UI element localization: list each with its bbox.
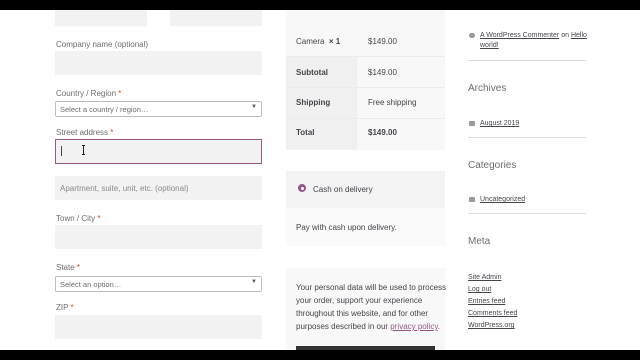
item-quantity: × 1 — [328, 37, 341, 46]
comment-post-link[interactable]: Hello — [571, 32, 587, 39]
shipping-value: Free shipping — [368, 98, 417, 107]
divider — [286, 118, 445, 119]
meta-link-comments-feed[interactable]: Comments feed — [468, 310, 517, 317]
recent-comment: A WordPress Commenter on Hello — [480, 32, 587, 39]
privacy-text-end: purposes described in our — [296, 322, 389, 331]
first-name-field-bottom[interactable] — [55, 10, 147, 26]
street-label-text: Street address — [56, 128, 109, 137]
company-field[interactable] — [55, 51, 262, 75]
state-select-value: Select an option… — [60, 280, 122, 289]
archive-link[interactable]: August 2019 — [480, 120, 519, 127]
category-link[interactable]: Uncategorized — [480, 196, 525, 203]
required-mark: * — [70, 303, 74, 312]
country-label-text: Country / Region — [56, 89, 117, 98]
last-name-field-bottom[interactable] — [170, 10, 262, 26]
privacy-text-line: throughout this website, and for other — [296, 309, 429, 318]
required-mark: * — [110, 128, 114, 137]
divider — [286, 56, 445, 57]
top-letterbox — [0, 0, 640, 10]
subtotal-value: $149.00 — [368, 68, 397, 77]
required-mark: * — [76, 263, 81, 272]
town-field[interactable] — [55, 225, 262, 249]
street-label: Street address * — [56, 128, 113, 137]
text-caret — [61, 146, 62, 156]
town-label-text: Town / City — [56, 214, 96, 223]
country-select-value: Select a country / region… — [60, 105, 149, 114]
required-mark: * — [118, 89, 122, 98]
country-select[interactable]: Select a country / region… ▼ — [55, 101, 262, 117]
divider — [286, 87, 445, 88]
meta-link-entries-feed[interactable]: Entries feed — [468, 298, 505, 305]
item-name: Camera — [296, 37, 325, 46]
required-mark: * — [97, 214, 101, 223]
state-label-text: State — [56, 263, 75, 272]
comment-on-text: on — [561, 32, 569, 39]
order-item-price: $149.00 — [368, 37, 397, 46]
comment-post-link-continued[interactable]: world! — [480, 42, 499, 49]
privacy-text-line: purposes described in our privacy policy… — [296, 322, 440, 331]
privacy-policy-link[interactable]: privacy policy — [390, 322, 437, 331]
privacy-text-line: Your personal data will be used to proce… — [296, 283, 447, 292]
meta-link-site-admin[interactable]: Site Admin — [468, 274, 501, 281]
order-item-name: Camera × 1 — [296, 37, 340, 46]
privacy-period: . — [437, 322, 440, 331]
town-label: Town / City * — [56, 214, 100, 223]
chevron-down-icon: ▼ — [251, 104, 257, 110]
chevron-down-icon: ▼ — [251, 279, 257, 285]
state-label: State * — [56, 263, 80, 272]
total-label: Total — [296, 128, 315, 137]
zip-label-text: ZIP — [56, 303, 69, 312]
meta-link-log-out[interactable]: Log out — [468, 286, 491, 293]
country-label: Country / Region * — [56, 89, 121, 98]
apartment-placeholder: Apartment, suite, unit, etc. (optional) — [60, 184, 189, 193]
comment-icon — [469, 33, 475, 38]
shipping-label: Shipping — [296, 98, 331, 107]
zip-field[interactable] — [55, 315, 262, 339]
subtotal-label: Subtotal — [296, 68, 328, 77]
folder-icon — [469, 197, 475, 202]
cash-on-delivery-radio[interactable] — [298, 184, 306, 192]
meta-link-wordpress-org[interactable]: WordPress.org — [468, 322, 515, 329]
widget-divider — [468, 137, 586, 138]
payment-method-label[interactable]: Cash on delivery — [313, 185, 373, 194]
folder-icon — [469, 121, 475, 126]
widget-divider — [468, 213, 586, 214]
archives-title: Archives — [468, 83, 507, 94]
i-beam-cursor-icon — [82, 145, 85, 155]
total-value: $149.00 — [368, 128, 397, 137]
widget-divider — [468, 60, 586, 61]
privacy-text-line: your order, support your experience — [296, 296, 423, 305]
apartment-field[interactable]: Apartment, suite, unit, etc. (optional) — [55, 176, 262, 200]
categories-title: Categories — [468, 160, 517, 171]
payment-description: Pay with cash upon delivery. — [296, 223, 397, 232]
state-select[interactable]: Select an option… ▼ — [55, 276, 262, 292]
meta-title: Meta — [468, 236, 491, 247]
zip-label: ZIP * — [56, 303, 74, 312]
comment-author-link[interactable]: A WordPress Commenter — [480, 32, 559, 39]
bottom-letterbox — [0, 350, 640, 360]
street-address-field[interactable] — [55, 139, 262, 164]
company-label: Company name (optional) — [56, 40, 149, 49]
